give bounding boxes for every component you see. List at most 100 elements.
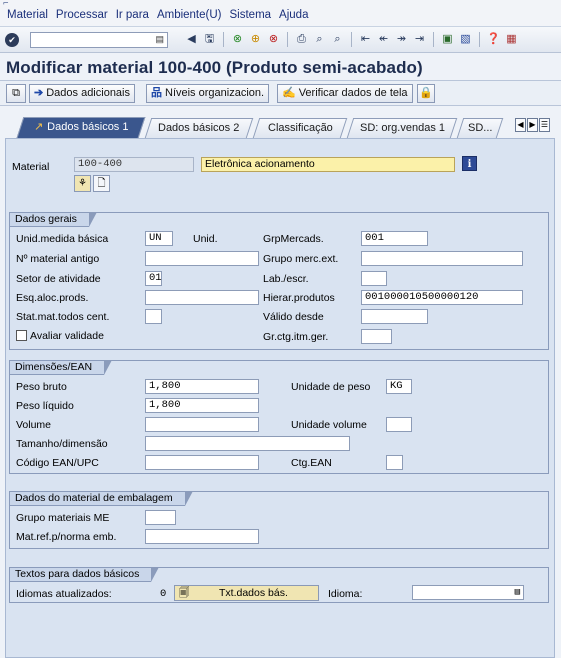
find-next-icon[interactable]: ⌕ (330, 32, 345, 47)
menu-material[interactable]: Material (7, 9, 48, 21)
material-description-field[interactable]: Eletrônica acionamento (201, 157, 455, 172)
esq-aloc-field[interactable] (145, 290, 259, 305)
txt-dados-bas-button[interactable]: 🗐 Txt.dados bás. (174, 585, 319, 601)
peso-liquido-label: Peso líquido (16, 400, 74, 412)
grupo-materiais-me-label: Grupo materiais ME (16, 512, 110, 524)
material-label: Material (12, 161, 50, 173)
prev-page-icon[interactable]: ↞ (376, 32, 391, 47)
unid-medida-label: Unid.medida básica (16, 233, 109, 245)
unid-medida-field[interactable]: UN (145, 231, 173, 246)
unidade-volume-label: Unidade volume (291, 419, 367, 431)
tab-dados-basicos-2[interactable]: Dados básicos 2 (144, 118, 254, 138)
menu-ajuda[interactable]: Ajuda (279, 9, 308, 21)
toolbar-separator (433, 32, 434, 47)
toolbar-separator (351, 32, 352, 47)
toolbar-separator (287, 32, 288, 47)
find-icon[interactable]: ⌕ (312, 32, 327, 47)
gr-ctg-field[interactable] (361, 329, 392, 344)
first-page-icon[interactable]: ⇤ (358, 32, 373, 47)
grp-mercads-field[interactable]: 001 (361, 231, 428, 246)
org-levels-button[interactable]: 品 Níveis organizacion. (146, 84, 270, 103)
green-arrow-icon[interactable]: ⊗ (230, 32, 245, 47)
tab-scroll-left-icon[interactable]: ◀ (515, 118, 526, 132)
cancel-icon[interactable]: ⊗ (266, 32, 281, 47)
picture-icon: ⚘ (78, 178, 87, 189)
tab-sd-org-vendas-1[interactable]: SD: org.vendas 1 (346, 118, 458, 138)
image-button[interactable]: ⚘ (74, 175, 91, 192)
shortcut-icon[interactable]: ▧ (458, 32, 473, 47)
grupo-merc-ext-field[interactable] (361, 251, 523, 266)
peso-liquido-field[interactable]: 1,800 (145, 398, 259, 413)
exit-icon[interactable]: ⊕ (248, 32, 263, 47)
other-view-button[interactable]: ⧉ (6, 84, 26, 103)
group-dimensoes-ean: Dimensões/EAN Peso bruto 1,800 Unidade d… (9, 360, 549, 474)
last-page-icon[interactable]: ⇥ (412, 32, 427, 47)
volume-field[interactable] (145, 417, 259, 432)
setor-atividade-field[interactable]: 01 (145, 271, 162, 286)
mat-ref-field[interactable] (145, 529, 259, 544)
info-icon[interactable]: i (462, 156, 477, 171)
valido-desde-field[interactable] (361, 309, 428, 324)
idiomas-atualizados-label: Idiomas atualizados: (16, 588, 112, 600)
grupo-materiais-me-field[interactable] (145, 510, 176, 525)
lock-button[interactable]: 🔒 (417, 84, 435, 103)
additional-data-button[interactable]: ➔ Dados adicionais (29, 84, 135, 103)
avaliar-validade-checkbox[interactable] (16, 330, 27, 341)
dropdown-icon[interactable]: ▤ (515, 586, 520, 599)
ean-upc-label: Código EAN/UPC (16, 457, 99, 469)
check-screen-data-button[interactable]: ✍ Verificar dados de tela (277, 84, 413, 103)
tab-strip: ↗ Dados básicos 1 Dados básicos 2 Classif… (0, 114, 561, 138)
material-antigo-label: Nº material antigo (16, 253, 100, 265)
arrow-right-icon: ➔ (34, 87, 44, 99)
lab-escr-field[interactable] (361, 271, 387, 286)
group-dados-gerais: Dados gerais Unid.medida básica UN Unid.… (9, 212, 549, 350)
standard-toolbar: ✔ ▤ ◀ 🖫 ⊗ ⊕ ⊗ ⎙ ⌕ ⌕ ⇤ ↞ ↠ ⇥ ▣ ▧ ❓ ▦ (0, 26, 561, 53)
tab-list-icon[interactable]: ☰ (539, 118, 550, 132)
stat-mat-label: Stat.mat.todos cent. (16, 311, 110, 323)
menu-sistema[interactable]: Sistema (230, 9, 272, 21)
tab-sd-more[interactable]: SD... (456, 118, 504, 138)
idiomas-count: 0 (160, 588, 167, 600)
tab-navigation: ◀ ▶ ☰ (515, 118, 550, 132)
tamanho-dimensao-field[interactable] (145, 436, 350, 451)
material-antigo-field[interactable] (145, 251, 259, 266)
tab-dados-basicos-1[interactable]: ↗ Dados básicos 1 (16, 117, 146, 138)
print-icon[interactable]: ⎙ (294, 32, 309, 47)
ctg-ean-field[interactable] (386, 455, 403, 470)
group-textos: Textos para dados básicos Idiomas atuali… (9, 567, 549, 603)
hierar-produtos-label: Hierar.produtos (263, 292, 335, 304)
stat-mat-field[interactable] (145, 309, 162, 324)
back-icon[interactable]: ◀ (184, 32, 199, 47)
toolbar-separator (223, 32, 224, 47)
lab-escr-label: Lab./escr. (263, 273, 309, 285)
ctg-ean-label: Ctg.EAN (291, 457, 332, 469)
save-icon[interactable]: 🖫 (202, 32, 217, 47)
menu-processar[interactable]: Processar (56, 9, 108, 21)
command-field[interactable]: ▤ (30, 32, 168, 48)
content-panel: Material 100-400 Eletrônica acionamento … (5, 138, 555, 658)
setor-atividade-label: Setor de atividade (16, 273, 101, 285)
help-icon[interactable]: ❓ (486, 32, 501, 47)
layout-icon[interactable]: ▦ (504, 32, 519, 47)
idioma-field[interactable]: ▤ (412, 585, 524, 600)
group-title-dados-gerais: Dados gerais (9, 212, 97, 227)
menu-ambiente[interactable]: Ambiente(U) (157, 9, 222, 21)
ean-upc-field[interactable] (145, 455, 259, 470)
grupo-merc-ext-label: Grupo merc.ext. (263, 253, 339, 265)
new-session-icon[interactable]: ▣ (440, 32, 455, 47)
unidade-peso-field[interactable]: KG (386, 379, 412, 394)
unidade-volume-field[interactable] (386, 417, 412, 432)
menu-ir-para[interactable]: Ir para (116, 9, 149, 21)
menu-bar: ⌐ Material Processar Ir para Ambiente(U)… (0, 0, 561, 26)
dropdown-icon[interactable]: ▤ (155, 34, 164, 45)
idioma-label: Idioma: (328, 588, 363, 600)
hierar-produtos-field[interactable]: 001000010500000120 (361, 290, 523, 305)
next-page-icon[interactable]: ↠ (394, 32, 409, 47)
esq-aloc-label: Esq.aloc.prods. (16, 292, 89, 304)
check-icon[interactable]: ✔ (5, 33, 19, 47)
peso-bruto-field[interactable]: 1,800 (145, 379, 259, 394)
document-button[interactable]: 🗋 (93, 175, 110, 192)
tab-classificacao[interactable]: Classificação (252, 118, 348, 138)
unidade-peso-label: Unidade de peso (291, 381, 371, 393)
tab-scroll-right-icon[interactable]: ▶ (527, 118, 538, 132)
